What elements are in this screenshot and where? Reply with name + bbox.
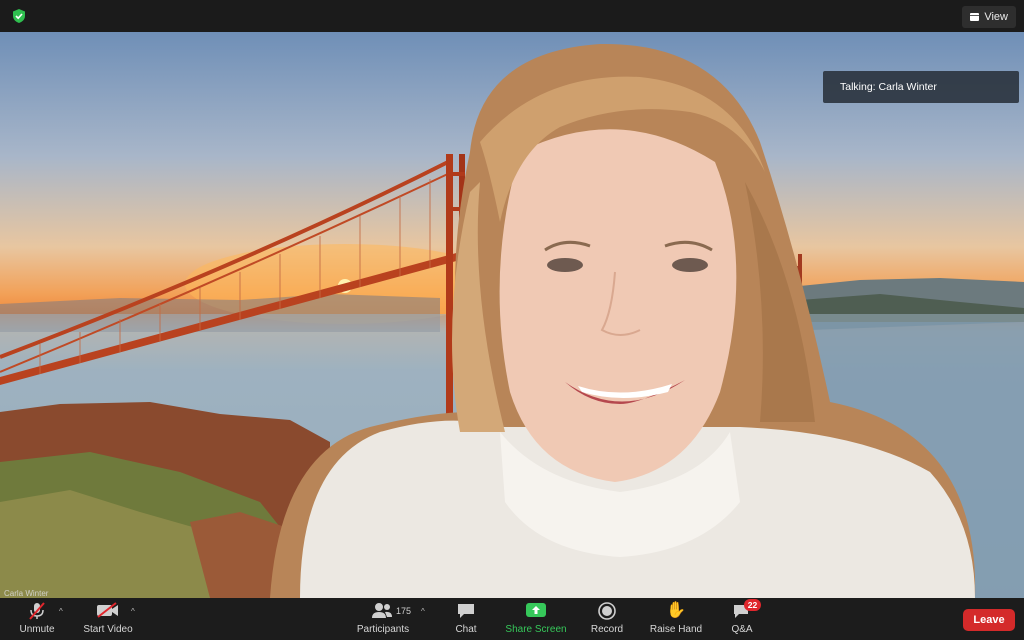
qa-label: Q&A <box>731 624 753 635</box>
mic-muted-icon <box>29 602 45 620</box>
leave-button[interactable]: Leave <box>963 609 1015 631</box>
speaker-name-tag: Carla Winter <box>4 589 49 598</box>
grid-view-icon <box>970 13 980 21</box>
unmute-button[interactable]: Unmute <box>14 598 60 640</box>
audio-options-caret[interactable]: ^ <box>59 607 63 616</box>
raise-hand-button[interactable]: ✋ Raise Hand <box>646 598 706 640</box>
share-screen-label: Share Screen <box>505 624 567 635</box>
raise-hand-icon: ✋ <box>666 602 686 619</box>
record-label: Record <box>590 624 624 635</box>
raise-hand-label: Raise Hand <box>649 624 703 635</box>
share-screen-button[interactable]: Share Screen <box>502 598 570 640</box>
participants-label: Participants <box>356 624 410 635</box>
active-speaker-video[interactable]: Talking: Carla Winter Carla Winter <box>0 32 1024 598</box>
share-screen-arrow-icon <box>526 603 546 617</box>
participants-options-caret[interactable]: ^ <box>421 607 425 616</box>
talking-label: Talking: Carla Winter <box>840 81 937 93</box>
talking-indicator: Talking: Carla Winter <box>823 71 1019 103</box>
start-video-label: Start Video <box>83 624 133 635</box>
start-video-button[interactable]: Start Video <box>80 598 136 640</box>
participants-button[interactable]: Participants <box>354 598 412 640</box>
top-bar: View <box>0 0 1024 32</box>
participants-icon <box>372 603 392 618</box>
virtual-background-bridge <box>0 43 1024 598</box>
shield-check-icon[interactable] <box>11 8 27 24</box>
record-button[interactable]: Record <box>586 598 628 640</box>
participants-count: 175 <box>396 606 412 616</box>
video-off-icon <box>97 602 118 618</box>
unmute-label: Unmute <box>19 624 55 635</box>
view-button[interactable]: View <box>962 6 1016 28</box>
chat-bubble-icon <box>458 604 474 618</box>
record-icon <box>598 602 616 620</box>
meeting-toolbar: Unmute ^ Start Video ^ Participants 175 … <box>0 598 1024 640</box>
chat-label: Chat <box>455 624 477 635</box>
view-label: View <box>984 11 1008 23</box>
chat-button[interactable]: Chat <box>448 598 484 640</box>
video-options-caret[interactable]: ^ <box>131 607 135 616</box>
qa-badge: 22 <box>744 599 761 611</box>
